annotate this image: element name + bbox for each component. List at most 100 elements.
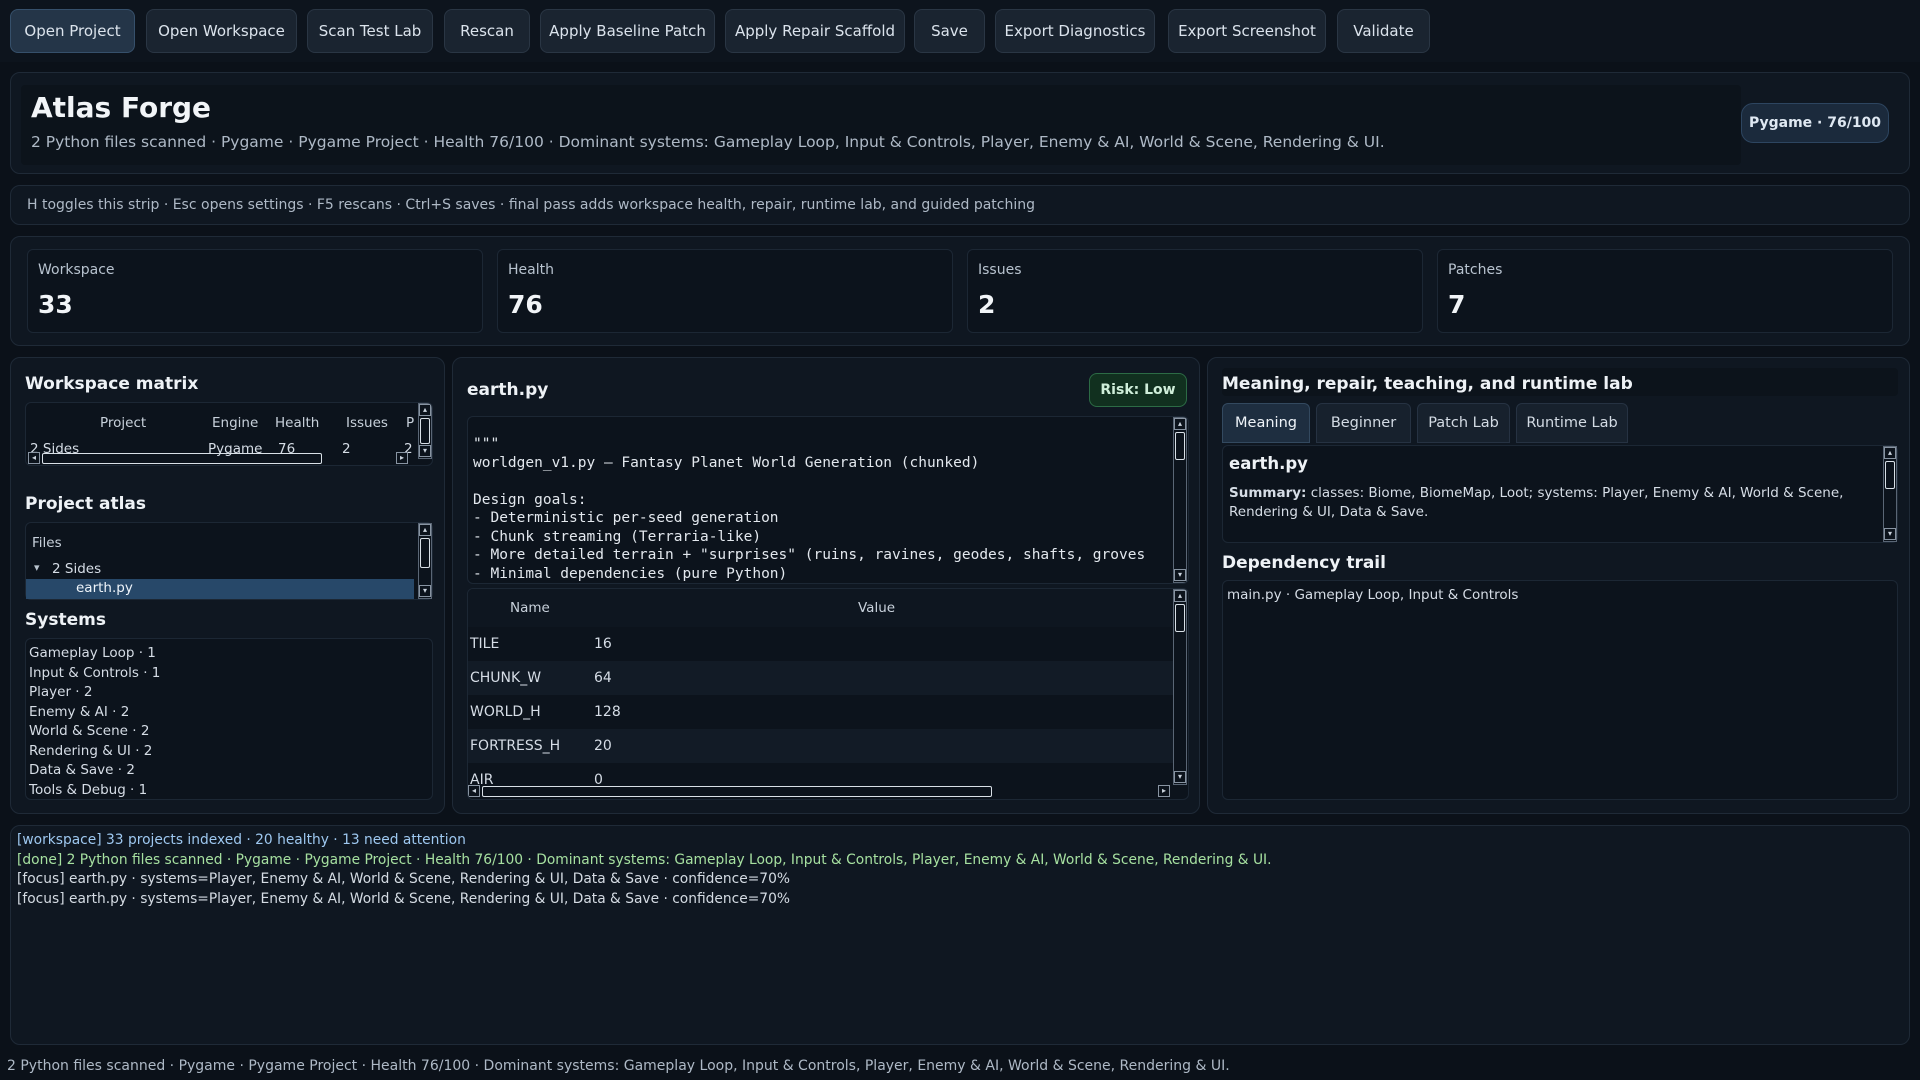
tree-folder-label: 2 Sides	[52, 561, 102, 577]
validate-button[interactable]: Validate	[1337, 9, 1430, 53]
matrix-scrollbar-vertical[interactable]: ▴ ▾	[418, 403, 432, 459]
save-button[interactable]: Save	[914, 9, 985, 53]
scroll-up-arrow-icon[interactable]: ▴	[1174, 590, 1186, 602]
column-header-value[interactable]: Value	[858, 600, 895, 616]
scrollbar-thumb[interactable]	[1175, 432, 1185, 460]
list-item: Enemy & AI · 2	[29, 703, 130, 720]
stat-card-patches: Patches 7	[1437, 249, 1893, 333]
symbol-table[interactable]: Name Value TILE 16 CHUNK_W 64 WORLD_H 12…	[467, 588, 1189, 800]
list-item: Input & Controls · 1	[29, 664, 161, 681]
tab-patch-lab[interactable]: Patch Lab	[1417, 403, 1510, 443]
project-atlas-tree[interactable]: Files ▾ 2 Sides earth.py ▴ ▾	[25, 522, 433, 600]
header-panel: Atlas Forge 2 Python files scanned · Pyg…	[10, 72, 1910, 174]
scroll-down-arrow-icon[interactable]: ▾	[1174, 569, 1186, 581]
open-workspace-button[interactable]: Open Workspace	[146, 9, 297, 53]
open-project-button[interactable]: Open Project	[10, 9, 135, 53]
meaning-panel-title: Meaning, repair, teaching, and runtime l…	[1222, 374, 1633, 394]
log-line: [workspace] 33 projects indexed · 20 hea…	[17, 832, 466, 848]
scroll-up-arrow-icon[interactable]: ▴	[1174, 418, 1186, 430]
tab-meaning[interactable]: Meaning	[1222, 403, 1310, 443]
stat-card-health: Health 76	[497, 249, 953, 333]
scroll-up-arrow-icon[interactable]: ▴	[419, 524, 431, 536]
meaning-panel: Meaning, repair, teaching, and runtime l…	[1207, 357, 1910, 814]
cell-value: 16	[594, 636, 612, 652]
scrollbar-thumb[interactable]	[42, 453, 322, 464]
systems-list: Gameplay Loop · 1 Input & Controls · 1 P…	[25, 638, 433, 800]
list-item: Data & Save · 2	[29, 762, 135, 778]
column-header-project[interactable]: Project	[100, 415, 146, 431]
matrix-scrollbar-horizontal[interactable]: ◂ ▸	[28, 452, 408, 465]
scroll-down-arrow-icon[interactable]: ▾	[419, 585, 431, 597]
hint-text: H toggles this strip · Esc opens setting…	[27, 197, 1036, 213]
log-line: [done] 2 Python files scanned · Pygame ·…	[17, 851, 1272, 868]
scrollbar-thumb[interactable]	[1175, 604, 1185, 632]
meaning-tabs: Meaning Beginner Patch Lab Runtime Lab	[1222, 403, 1898, 445]
dependency-trail-text: main.py · Gameplay Loop, Input & Control…	[1227, 587, 1519, 603]
log-panel: [workspace] 33 projects indexed · 20 hea…	[10, 825, 1910, 1045]
stat-value: 2	[978, 290, 996, 319]
list-item: Player · 2	[29, 684, 93, 700]
code-scrollbar-vertical[interactable]: ▴ ▾	[1173, 417, 1187, 583]
scroll-up-arrow-icon[interactable]: ▴	[419, 404, 431, 416]
dependency-trail-box: main.py · Gameplay Loop, Input & Control…	[1222, 580, 1898, 800]
app-title: Atlas Forge	[31, 91, 212, 124]
table-row[interactable]: CHUNK_W 64	[468, 661, 1173, 695]
cell-name: CHUNK_W	[470, 670, 542, 686]
tab-beginner[interactable]: Beginner	[1316, 403, 1411, 443]
table-row[interactable]: FORTRESS_H 20	[468, 729, 1173, 763]
hint-strip[interactable]: H toggles this strip · Esc opens setting…	[10, 185, 1910, 225]
scroll-up-arrow-icon[interactable]: ▴	[1884, 447, 1896, 459]
column-header-issues[interactable]: Issues	[346, 415, 388, 431]
header-strip: Atlas Forge 2 Python files scanned · Pyg…	[21, 85, 1741, 165]
table-scrollbar-horizontal[interactable]: ◂ ▸	[468, 785, 1173, 799]
export-diagnostics-button[interactable]: Export Diagnostics	[995, 9, 1155, 53]
scroll-down-arrow-icon[interactable]: ▾	[1884, 528, 1896, 540]
workspace-matrix-table[interactable]: Project Engine Health Issues P 2 Sides P…	[25, 402, 433, 466]
scrollbar-thumb[interactable]	[1885, 461, 1895, 489]
stat-card-workspace: Workspace 33	[27, 249, 483, 333]
code-viewer[interactable]: """ worldgen_v1.py — Fantasy Planet Worl…	[467, 416, 1189, 584]
scroll-right-arrow-icon[interactable]: ▸	[1158, 785, 1170, 797]
meaning-summary: Summary: classes: Biome, BiomeMap, Loot;…	[1229, 484, 1869, 522]
scrollbar-thumb[interactable]	[420, 538, 430, 568]
tree-file-row-selected[interactable]: earth.py	[26, 579, 414, 599]
scan-test-lab-button[interactable]: Scan Test Lab	[307, 9, 433, 53]
apply-baseline-patch-button[interactable]: Apply Baseline Patch	[540, 9, 715, 53]
stat-label: Issues	[978, 262, 1022, 278]
tab-runtime-lab[interactable]: Runtime Lab	[1516, 403, 1628, 443]
scroll-down-arrow-icon[interactable]: ▾	[1174, 771, 1186, 783]
atlas-scrollbar-vertical[interactable]: ▴ ▾	[418, 523, 432, 599]
scroll-left-arrow-icon[interactable]: ◂	[468, 785, 480, 797]
stats-panel: Workspace 33 Health 76 Issues 2 Patches …	[10, 236, 1910, 346]
apply-repair-scaffold-button[interactable]: Apply Repair Scaffold	[725, 9, 905, 53]
table-row[interactable]: TILE 16	[468, 627, 1173, 661]
project-atlas-title: Project atlas	[25, 494, 147, 514]
column-header-health[interactable]: Health	[275, 415, 319, 431]
scroll-down-arrow-icon[interactable]: ▾	[419, 445, 431, 457]
meaning-content: earth.py Summary: classes: Biome, BiomeM…	[1222, 445, 1898, 543]
meaning-title-strip: Meaning, repair, teaching, and runtime l…	[1222, 368, 1898, 396]
meaning-scrollbar-vertical[interactable]: ▴ ▾	[1883, 446, 1897, 542]
stat-value: 76	[508, 290, 543, 319]
files-header: Files	[32, 535, 62, 551]
scroll-left-arrow-icon[interactable]: ◂	[28, 452, 40, 464]
expand-arrow-icon[interactable]: ▾	[34, 561, 40, 574]
cell-name: WORLD_H	[470, 704, 541, 720]
table-scrollbar-vertical[interactable]: ▴ ▾	[1173, 589, 1187, 785]
column-header-patches[interactable]: P	[406, 415, 414, 431]
stat-label: Workspace	[38, 262, 115, 278]
column-header-engine[interactable]: Engine	[212, 415, 258, 431]
rescan-button[interactable]: Rescan	[444, 9, 530, 53]
scrollbar-thumb[interactable]	[420, 418, 430, 444]
status-bar-text: 2 Python files scanned · Pygame · Pygame…	[7, 1058, 1230, 1074]
table-row[interactable]: WORLD_H 128	[468, 695, 1173, 729]
log-line: [focus] earth.py · systems=Player, Enemy…	[17, 890, 790, 907]
tree-folder-row[interactable]: ▾ 2 Sides	[30, 561, 414, 579]
log-line: [focus] earth.py · systems=Player, Enemy…	[17, 871, 790, 887]
scroll-right-arrow-icon[interactable]: ▸	[396, 452, 408, 464]
column-header-name[interactable]: Name	[510, 600, 550, 616]
export-screenshot-button[interactable]: Export Screenshot	[1168, 9, 1326, 53]
scrollbar-thumb[interactable]	[482, 786, 992, 797]
header-subtitle: 2 Python files scanned · Pygame · Pygame…	[31, 133, 1385, 151]
status-bar: 2 Python files scanned · Pygame · Pygame…	[0, 1052, 1920, 1080]
